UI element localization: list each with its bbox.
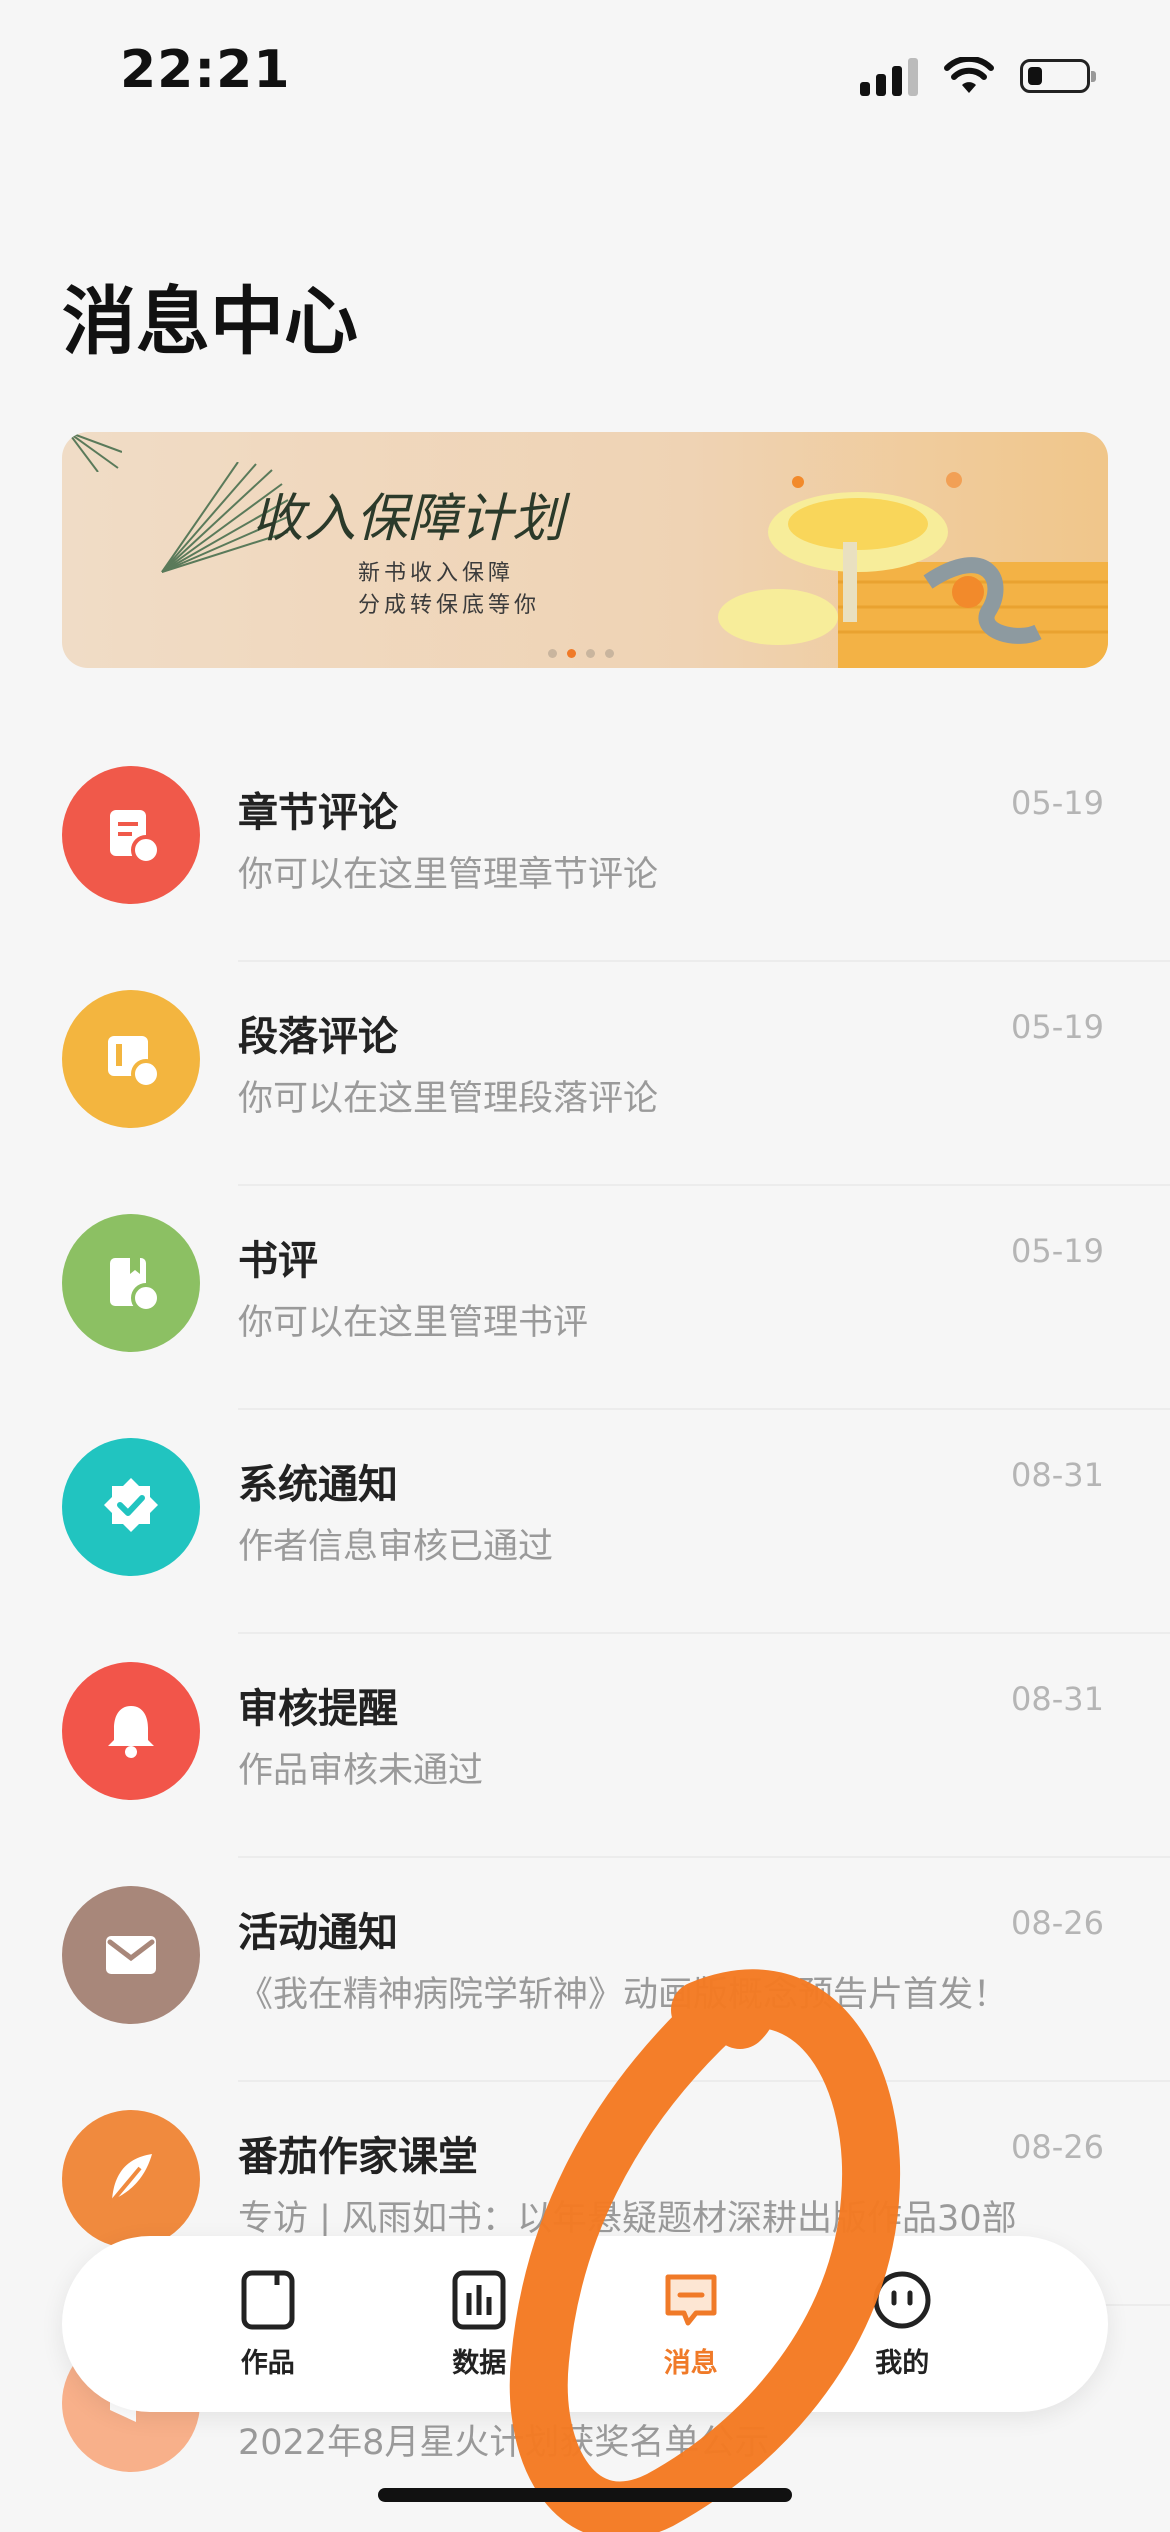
tab-profile-label: 我的 [875, 2347, 930, 2379]
list-item-event-notice[interactable]: 活动通知 《我在精神病院学斩神》动画版概念预告片首发！ 08-26 [0, 1858, 1170, 2082]
tab-works-label: 作品 [240, 2347, 295, 2379]
tab-data[interactable]: 数据 [404, 2269, 554, 2380]
tab-profile[interactable]: 我的 [827, 2269, 977, 2380]
item-subtitle: 作品审核未通过 [238, 1751, 484, 1791]
battery-icon [1020, 59, 1096, 93]
palm-corner-decoration [68, 432, 122, 472]
status-time: 22:21 [120, 40, 291, 100]
list-item-paragraph-comments[interactable]: 段落评论 你可以在这里管理段落评论 05-19 [0, 962, 1170, 1186]
item-subtitle: 《我在精神病院学斩神》动画版概念预告片首发！ [238, 1975, 1009, 2015]
message-icon [665, 2274, 717, 2325]
item-subtitle: 2022年8月星火计划获奖名单公示 [238, 2423, 770, 2463]
mushroom-illustration [718, 472, 1108, 668]
works-icon [241, 2270, 295, 2329]
item-date: 05-19 [1011, 784, 1104, 822]
wifi-icon [944, 57, 994, 93]
item-title: 审核提醒 [238, 1686, 398, 1732]
home-indicator [378, 2488, 792, 2502]
item-date: 05-19 [1011, 1232, 1104, 1270]
mail-icon [62, 1886, 200, 2024]
cellular-signal-icon [860, 56, 918, 96]
item-subtitle: 作者信息审核已通过 [238, 1527, 554, 1567]
paragraph-comment-icon [62, 990, 200, 1128]
item-subtitle: 你可以在这里管理书评 [238, 1303, 589, 1343]
status-icons [860, 56, 1096, 96]
chart-icon [452, 2270, 506, 2329]
tab-data-label: 数据 [452, 2347, 507, 2379]
income-plan-banner[interactable]: 收入保障计划 新书收入保障 分成转保底等你 [62, 432, 1108, 668]
feather-icon [62, 2110, 200, 2248]
bell-icon [62, 1662, 200, 1800]
list-item-review-reminder[interactable]: 审核提醒 作品审核未通过 08-31 [0, 1634, 1170, 1858]
tab-works[interactable]: 作品 [193, 2269, 343, 2380]
item-subtitle: 你可以在这里管理段落评论 [238, 1079, 659, 1119]
item-title: 系统通知 [238, 1462, 398, 1508]
item-title: 段落评论 [238, 1014, 398, 1060]
list-item-system-notice[interactable]: 系统通知 作者信息审核已通过 08-31 [0, 1410, 1170, 1634]
book-review-icon [62, 1214, 200, 1352]
banner-page-indicator [548, 649, 614, 658]
item-date: 08-26 [1011, 1904, 1104, 1942]
status-bar: 22:21 [0, 0, 1170, 150]
list-item-chapter-comments[interactable]: 章节评论 你可以在这里管理章节评论 05-19 [0, 738, 1170, 962]
tab-messages[interactable]: 消息 [616, 2269, 766, 2380]
chapter-comment-icon [62, 766, 200, 904]
item-title: 活动通知 [238, 1910, 398, 1956]
profile-icon [873, 2271, 931, 2328]
item-date: 08-31 [1011, 1680, 1104, 1718]
item-title: 章节评论 [238, 790, 398, 836]
item-title: 番茄作家课堂 [238, 2134, 478, 2180]
item-date: 05-19 [1011, 1008, 1104, 1046]
tab-messages-label: 消息 [663, 2347, 718, 2379]
banner-title: 收入保障计划 [252, 489, 565, 549]
banner-subtitle: 新书收入保障 分成转保底等你 [358, 561, 541, 618]
item-date: 08-26 [1011, 2128, 1104, 2166]
item-title: 书评 [238, 1238, 318, 1284]
system-badge-icon [62, 1438, 200, 1576]
list-item-book-reviews[interactable]: 书评 你可以在这里管理书评 05-19 [0, 1186, 1170, 1410]
page-title: 消息中心 [62, 279, 358, 365]
item-subtitle: 你可以在这里管理章节评论 [238, 855, 659, 895]
bottom-navigation: 作品 数据 消息 我的 [62, 2236, 1108, 2412]
item-date: 08-31 [1011, 1456, 1104, 1494]
item-subtitle: 专访 | 风雨如书：以年悬疑题材深耕出版作品30部 [238, 2199, 1017, 2239]
